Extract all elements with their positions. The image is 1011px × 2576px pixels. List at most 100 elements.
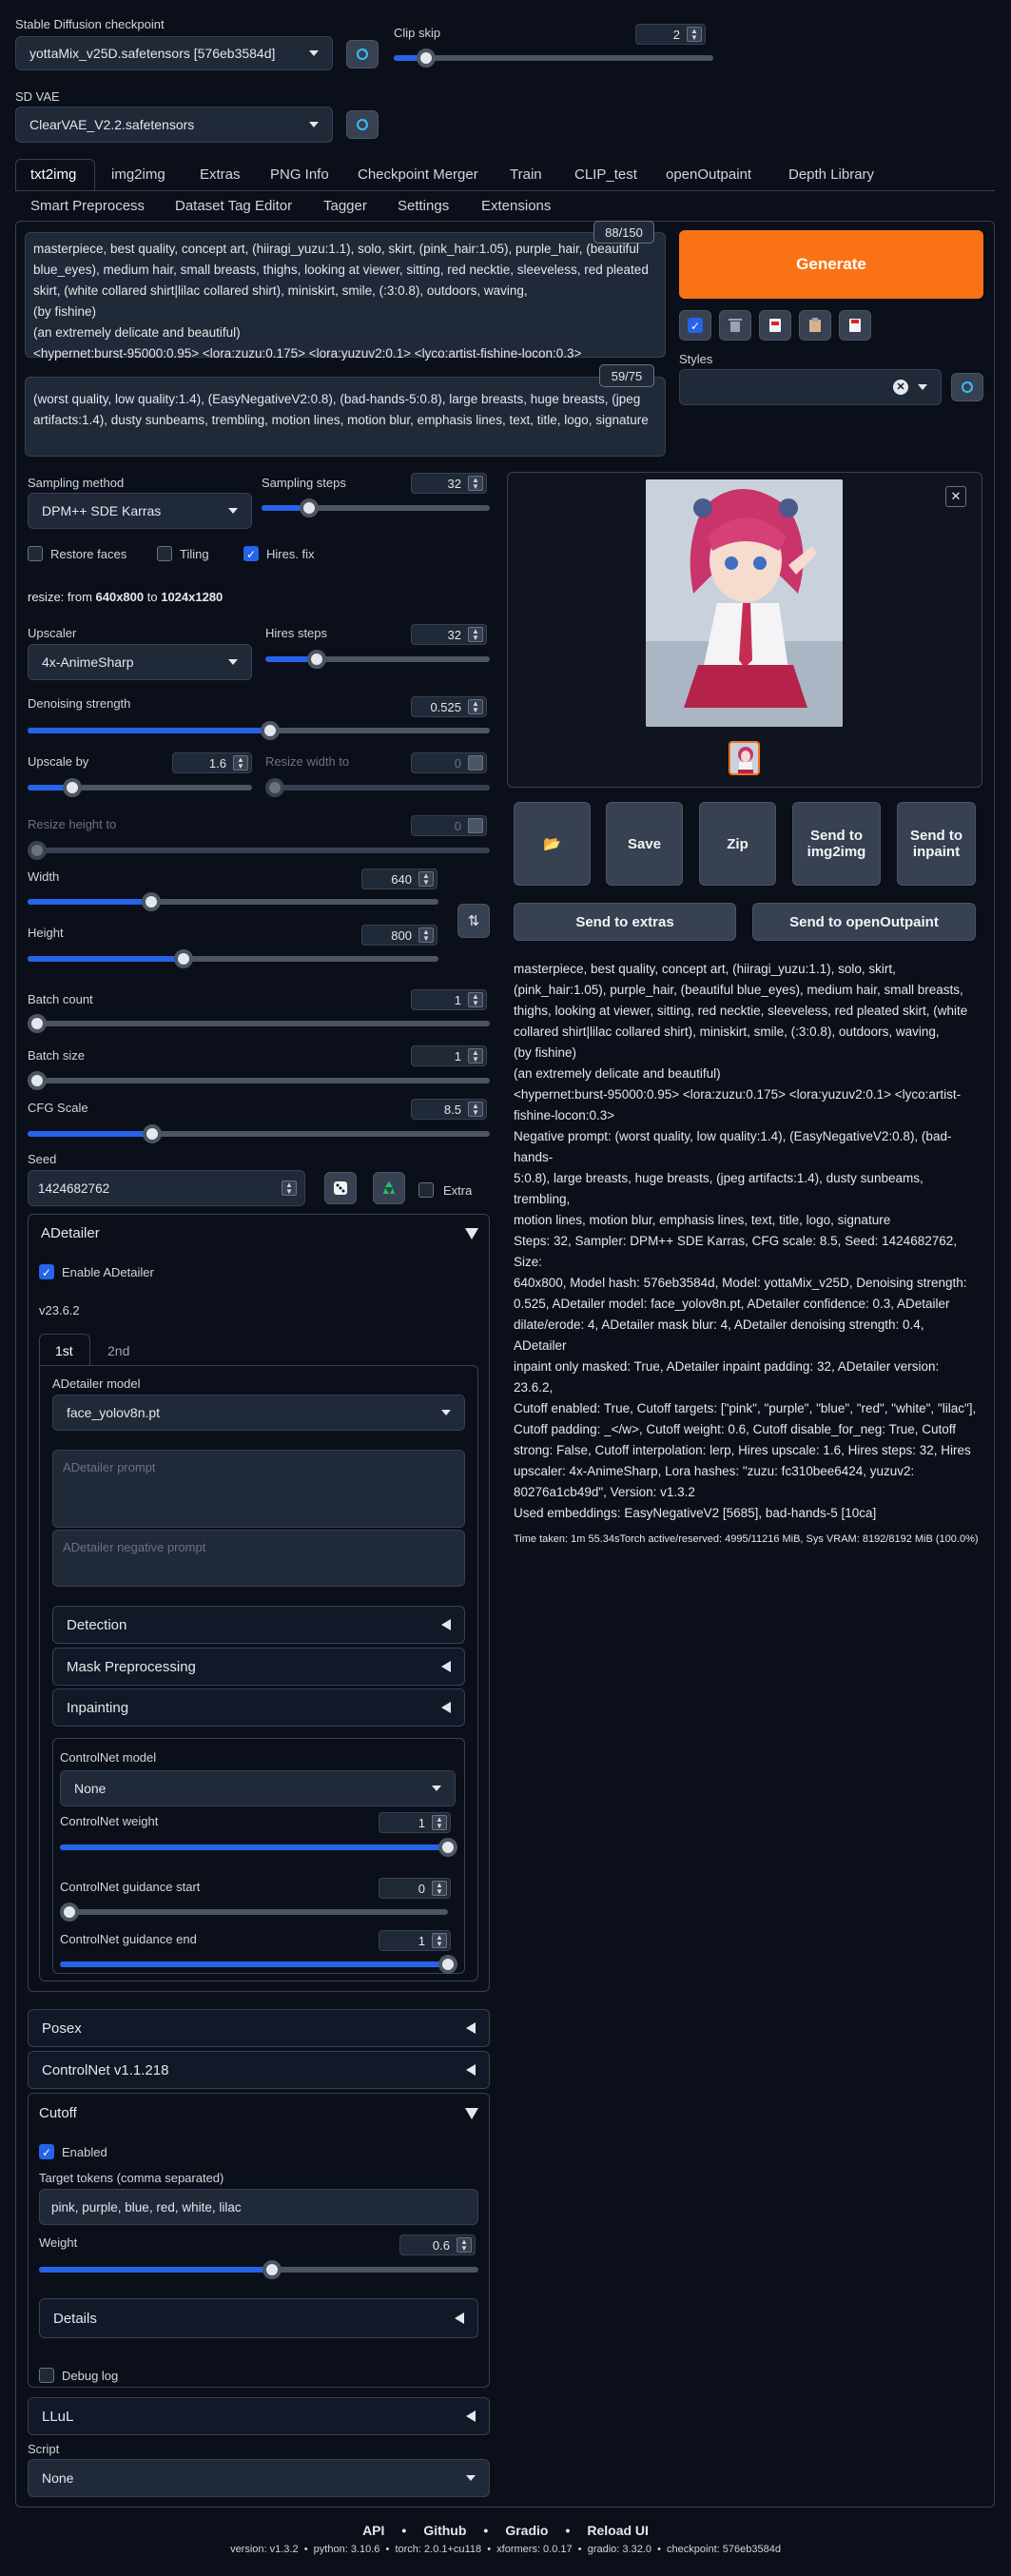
send-to-openoutpaint-button[interactable]: Send to openOutpaint — [752, 903, 976, 941]
resize-width-slider[interactable] — [265, 778, 490, 797]
restore-faces-checkbox[interactable] — [28, 546, 43, 561]
tab-train[interactable]: Train — [510, 166, 542, 183]
tab-depth-library[interactable]: Depth Library — [788, 166, 874, 183]
api-link[interactable]: API — [362, 2523, 384, 2538]
tab-openoutpaint[interactable]: openOutpaint — [666, 166, 751, 183]
collapse-icon[interactable] — [465, 2108, 478, 2119]
styles-dropdown[interactable]: ✕ — [679, 369, 942, 405]
hires-steps-input[interactable]: 32 ▲ ▼ — [411, 624, 487, 645]
gradio-link[interactable]: Gradio — [505, 2523, 548, 2538]
spinner-icon[interactable]: ▲ ▼ — [418, 927, 434, 943]
tab-txt2img[interactable]: txt2img — [30, 166, 76, 183]
llul-accordion[interactable]: LLuL — [28, 2397, 490, 2435]
tab-tagger[interactable]: Tagger — [323, 198, 367, 214]
tab-png-info[interactable]: PNG Info — [270, 166, 329, 183]
save-style-button[interactable] — [839, 310, 871, 341]
generate-button[interactable]: Generate — [679, 230, 983, 299]
clip-skip-input[interactable]: 2 ▲ ▼ — [635, 24, 706, 45]
height-input[interactable]: 800 ▲ ▼ — [361, 925, 437, 946]
swap-dimensions-button[interactable]: ⇅ — [457, 904, 490, 938]
cutoff-enabled-checkbox[interactable]: ✓ — [39, 2144, 54, 2159]
resize-height-slider[interactable] — [28, 841, 490, 860]
spinner-icon[interactable]: ▲ ▼ — [282, 1181, 297, 1196]
zip-button[interactable]: Zip — [699, 802, 776, 886]
controlnet-accordion[interactable]: ControlNet v1.1.218 — [28, 2051, 490, 2089]
sampling-method-dropdown[interactable]: DPM++ SDE Karras — [28, 493, 252, 529]
resize-height-input[interactable]: 0 — [411, 815, 487, 836]
cn-weight-input[interactable]: 1 ▲ ▼ — [379, 1812, 451, 1833]
prompt-textarea[interactable]: masterpiece, best quality, concept art, … — [25, 232, 666, 361]
tab-settings[interactable]: Settings — [398, 198, 449, 214]
github-link[interactable]: Github — [423, 2523, 466, 2538]
cn-model-dropdown[interactable]: None — [60, 1770, 456, 1806]
close-icon[interactable]: ✕ — [945, 486, 966, 507]
cn-start-input[interactable]: 0 ▲ ▼ — [379, 1878, 451, 1899]
tab-img2img[interactable]: img2img — [111, 166, 165, 183]
resize-width-input[interactable]: 0 — [411, 752, 487, 773]
upscaler-dropdown[interactable]: 4x-AnimeSharp — [28, 644, 252, 680]
clear-prompt-button[interactable] — [719, 310, 751, 341]
posex-accordion[interactable]: Posex — [28, 2009, 490, 2047]
debug-log-checkbox[interactable] — [39, 2368, 54, 2383]
tab-1st[interactable]: 1st — [55, 1343, 73, 1358]
send-to-img2img-button[interactable]: Send to img2img — [792, 802, 881, 886]
mask-preprocessing-accordion[interactable]: Mask Preprocessing — [52, 1648, 465, 1686]
sampling-steps-slider[interactable] — [262, 498, 490, 517]
cfg-scale-input[interactable]: 8.5 ▲ ▼ — [411, 1099, 487, 1120]
spinner-icon[interactable]: ▲ ▼ — [468, 627, 483, 642]
width-input[interactable]: 640 ▲ ▼ — [361, 868, 437, 889]
upscale-by-slider[interactable] — [28, 778, 252, 797]
tab-extras[interactable]: Extras — [200, 166, 241, 183]
cn-weight-slider[interactable] — [60, 1838, 457, 1857]
gallery-thumbnail[interactable] — [729, 741, 760, 775]
spinner-icon[interactable]: ▲ ▼ — [233, 755, 248, 771]
spinner-icon[interactable]: ▲ ▼ — [432, 1881, 447, 1896]
spinner-icon[interactable] — [468, 755, 483, 771]
send-to-extras-button[interactable]: Send to extras — [514, 903, 736, 941]
adetailer-title[interactable]: ADetailer — [41, 1225, 100, 1241]
spinner-icon[interactable]: ▲ ▼ — [468, 1102, 483, 1117]
upscale-by-input[interactable]: 1.6 ▲ ▼ — [172, 752, 252, 773]
spinner-icon[interactable]: ▲ ▼ — [468, 476, 483, 491]
batch-count-slider[interactable] — [28, 1014, 490, 1033]
save-button[interactable]: Save — [606, 802, 683, 886]
send-to-inpaint-button[interactable]: Send to inpaint — [897, 802, 976, 886]
tab-dataset-tag-editor[interactable]: Dataset Tag Editor — [175, 198, 292, 214]
cn-end-input[interactable]: 1 ▲ ▼ — [379, 1930, 451, 1951]
clear-icon[interactable]: ✕ — [893, 380, 908, 395]
tab-2nd[interactable]: 2nd — [107, 1343, 129, 1358]
cutoff-weight-slider[interactable] — [39, 2260, 478, 2279]
batch-size-input[interactable]: 1 ▲ ▼ — [411, 1045, 487, 1066]
open-folder-button[interactable]: 📂 — [514, 802, 591, 886]
negative-prompt-textarea[interactable]: (worst quality, low quality:1.4), (EasyN… — [25, 377, 666, 457]
spinner-icon[interactable]: ▲ ▼ — [687, 27, 702, 42]
checkpoint-dropdown[interactable]: yottaMix_v25D.safetensors [576eb3584d] — [15, 36, 333, 70]
spinner-icon[interactable]: ▲ ▼ — [432, 1815, 447, 1830]
spinner-icon[interactable]: ▲ ▼ — [432, 1933, 447, 1948]
spinner-icon[interactable]: ▲ ▼ — [468, 1048, 483, 1064]
cn-end-slider[interactable] — [60, 1955, 457, 1974]
tab-extensions[interactable]: Extensions — [481, 198, 551, 214]
denoising-input[interactable]: 0.525 ▲ ▼ — [411, 696, 487, 717]
clip-skip-slider[interactable] — [394, 49, 713, 68]
batch-count-input[interactable]: 1 ▲ ▼ — [411, 989, 487, 1010]
random-seed-button[interactable] — [324, 1172, 357, 1204]
apply-style-button[interactable]: ✓ — [679, 310, 711, 341]
hires-fix-checkbox[interactable]: ✓ — [243, 546, 259, 561]
adetailer-model-dropdown[interactable]: face_yolov8n.pt — [52, 1395, 465, 1431]
tab-clip-test[interactable]: CLIP_test — [574, 166, 637, 183]
spinner-icon[interactable]: ▲ ▼ — [418, 871, 434, 887]
reuse-seed-button[interactable] — [373, 1172, 405, 1204]
hires-steps-slider[interactable] — [265, 650, 490, 669]
collapse-icon[interactable] — [465, 1228, 478, 1239]
tab-checkpoint-merger[interactable]: Checkpoint Merger — [358, 166, 478, 183]
cn-start-slider[interactable] — [60, 1903, 448, 1922]
target-tokens-input[interactable]: pink, purple, blue, red, white, lilac — [39, 2189, 478, 2225]
sampling-steps-input[interactable]: 32 ▲ ▼ — [411, 473, 487, 494]
refresh-vae-button[interactable] — [346, 110, 379, 139]
spinner-icon[interactable]: ▲ ▼ — [468, 992, 483, 1007]
spinner-icon[interactable] — [468, 818, 483, 833]
tiling-checkbox[interactable] — [157, 546, 172, 561]
detection-accordion[interactable]: Detection — [52, 1606, 465, 1644]
extra-seed-checkbox[interactable] — [418, 1182, 434, 1198]
